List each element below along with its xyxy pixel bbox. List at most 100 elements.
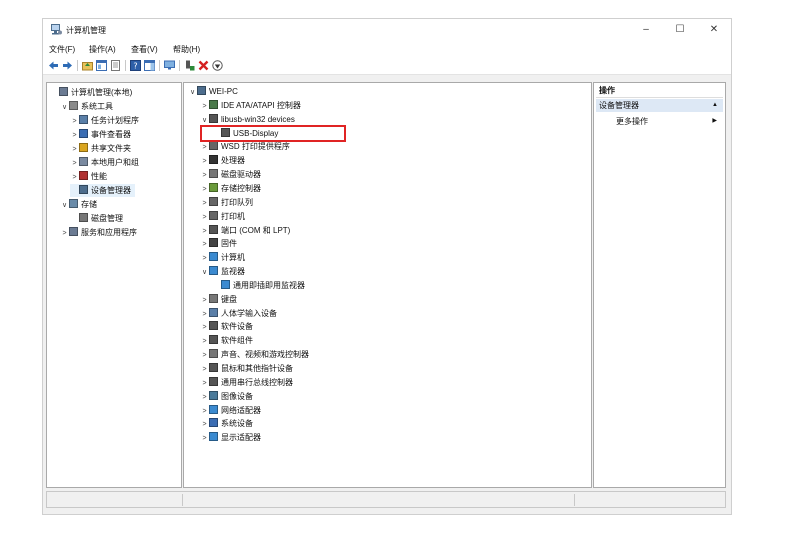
console-tree-item-9[interactable]: 磁盘管理 [70,212,123,225]
menu-file[interactable]: 文件(F) [49,44,75,55]
enable-device-icon[interactable] [212,60,223,71]
actions-section-label: 设备管理器 [599,101,639,110]
device-tree-item-19[interactable]: > 声音、视频和游戏控制器 [200,348,309,361]
device-tree-item-22[interactable]: > 图像设备 [200,390,253,403]
monitor-scan-icon[interactable] [164,60,175,71]
collapsed-chevron-icon[interactable]: > [200,169,209,182]
collapsed-chevron-icon[interactable]: > [200,294,209,307]
close-button[interactable]: ✕ [697,19,731,41]
device-tree-item-6[interactable]: > 磁盘驱动器 [200,168,261,181]
device-tree-item-14[interactable]: 通用即插即用监视器 [212,279,305,292]
collapsed-chevron-icon[interactable]: > [200,225,209,238]
console-tree-item-8[interactable]: ∨ 存储 [60,198,97,211]
submenu-arrow-icon[interactable]: ▶ [712,117,717,124]
device-tree-item-9[interactable]: > 打印机 [200,210,245,223]
device-tree-item-15[interactable]: > 键盘 [200,293,237,306]
up-folder-icon[interactable] [82,60,93,71]
menu-view[interactable]: 查看(V) [131,44,158,55]
console-tree-item-1[interactable]: ∨ 系统工具 [60,100,113,113]
uninstall-device-icon[interactable] [198,60,209,71]
collapsed-chevron-icon[interactable]: > [200,308,209,321]
collapsed-chevron-icon[interactable]: > [200,335,209,348]
expanded-chevron-icon[interactable]: ∨ [200,266,209,279]
console-tree-icon[interactable] [96,60,107,71]
device-tree-item-20[interactable]: > 鼠标和其他指针设备 [200,362,293,375]
collapsed-chevron-icon[interactable]: > [200,252,209,265]
device-tree-item-7[interactable]: > 存储控制器 [200,182,261,195]
console-tree-item-2[interactable]: > 任务计划程序 [70,114,139,127]
collapsed-chevron-icon[interactable]: > [200,349,209,362]
expanded-chevron-icon[interactable]: ∨ [60,199,69,212]
device-category-icon [209,196,218,206]
title-bar[interactable]: 计算机管理 – ☐ ✕ [43,19,731,41]
collapsed-chevron-icon[interactable]: > [200,391,209,404]
tree-item-label: 通用即插即用监视器 [233,280,305,290]
collapsed-chevron-icon[interactable]: > [200,377,209,390]
collapsed-chevron-icon[interactable]: > [200,197,209,210]
device-tree-item-10[interactable]: > 端口 (COM 和 LPT) [200,224,290,237]
console-tree-item-0[interactable]: 计算机管理(本地) [50,86,132,99]
collapsed-chevron-icon[interactable]: > [60,227,69,240]
collapsed-chevron-icon[interactable]: > [70,171,79,184]
device-tree-item-11[interactable]: > 固件 [200,237,237,250]
collapsed-chevron-icon[interactable]: > [200,238,209,251]
device-tree-item-23[interactable]: > 网络适配器 [200,404,261,417]
update-driver-icon[interactable] [184,60,195,71]
device-tree-item-2[interactable]: ∨ libusb-win32 devices [200,113,295,126]
device-tree-item-24[interactable]: > 系统设备 [200,417,253,430]
collapsed-chevron-icon[interactable]: > [70,129,79,142]
device-tree-item-21[interactable]: > 通用串行总线控制器 [200,376,293,389]
device-category-icon [79,213,88,222]
collapsed-chevron-icon[interactable]: > [70,143,79,156]
collapsed-chevron-icon[interactable]: > [200,155,209,168]
device-tree-item-0[interactable]: ∨ WEI-PC [188,85,238,98]
forward-arrow-icon[interactable] [62,60,73,71]
device-tree-item-17[interactable]: > 软件设备 [200,320,253,333]
collapsed-chevron-icon[interactable]: > [200,418,209,431]
collapsed-chevron-icon[interactable]: > [200,141,209,154]
expanded-chevron-icon[interactable]: ∨ [60,101,69,114]
console-tree-item-6[interactable]: > 性能 [70,170,107,183]
collapse-arrow-icon[interactable]: ▲ [712,99,718,112]
device-tree-item-1[interactable]: > IDE ATA/ATAPI 控制器 [200,99,301,112]
device-tree-item-13[interactable]: ∨ 监视器 [200,265,245,278]
collapsed-chevron-icon[interactable]: > [200,363,209,376]
collapsed-chevron-icon[interactable]: > [200,432,209,445]
collapsed-chevron-icon[interactable]: > [200,211,209,224]
console-tree-item-4[interactable]: > 共享文件夹 [70,142,131,155]
console-tree-item-3[interactable]: > 事件查看器 [70,128,131,141]
menu-action[interactable]: 操作(A) [89,44,116,55]
more-actions-item[interactable]: 更多操作 [616,116,648,127]
console-tree-item-10[interactable]: > 服务和应用程序 [60,226,137,239]
toolbar: ? [43,57,731,75]
collapsed-chevron-icon[interactable]: > [200,183,209,196]
device-tree-item-5[interactable]: > 处理器 [200,154,245,167]
device-tree-item-18[interactable]: > 软件组件 [200,334,253,347]
device-tree-item-8[interactable]: > 打印队列 [200,196,253,209]
properties-icon[interactable] [110,60,121,71]
help-icon[interactable]: ? [130,60,141,71]
minimize-button[interactable]: – [629,19,663,41]
back-arrow-icon[interactable] [48,60,59,71]
collapsed-chevron-icon[interactable]: > [200,100,209,113]
device-category-icon [221,279,230,289]
tree-item-label: 显示适配器 [221,433,261,443]
collapsed-chevron-icon[interactable]: > [200,321,209,334]
device-tree-item-16[interactable]: > 人体学输入设备 [200,307,277,320]
collapsed-chevron-icon[interactable]: > [200,405,209,418]
device-tree-item-4[interactable]: > WSD 打印提供程序 [200,140,290,153]
device-tree-item-12[interactable]: > 计算机 [200,251,245,264]
actions-section-device-manager[interactable]: 设备管理器 ▲ [596,99,723,112]
collapsed-chevron-icon[interactable]: > [70,115,79,128]
device-tree-item-25[interactable]: > 显示适配器 [200,431,261,444]
expanded-chevron-icon[interactable]: ∨ [188,86,197,99]
maximize-button[interactable]: ☐ [663,19,697,41]
computer-management-window: 计算机管理 – ☐ ✕ 文件(F) 操作(A) 查看(V) 帮助(H) ? 计算… [42,18,732,515]
collapsed-chevron-icon[interactable]: > [70,157,79,170]
action-pane-icon[interactable] [144,60,155,71]
tree-item-label: 端口 (COM 和 LPT) [221,225,291,235]
device-category-icon [209,169,218,179]
menu-help[interactable]: 帮助(H) [173,44,200,55]
console-tree-item-7[interactable]: 设备管理器 [70,184,135,197]
console-tree-item-5[interactable]: > 本地用户和组 [70,156,139,169]
